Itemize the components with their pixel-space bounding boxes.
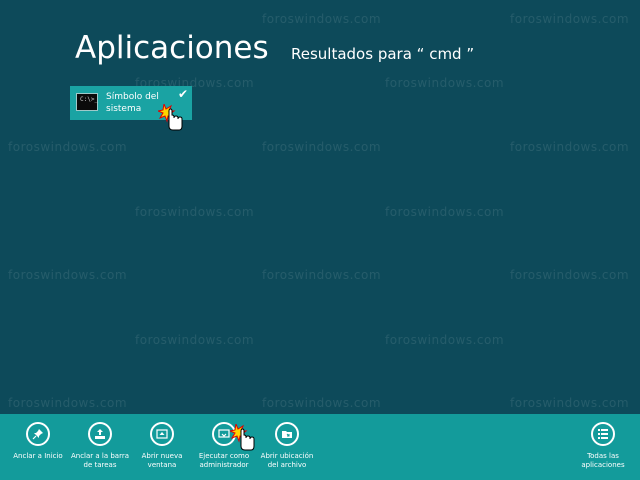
open-file-location-button[interactable]: Abrir ubicación del archivo <box>252 422 322 470</box>
watermark: foroswindows.com <box>262 396 382 410</box>
pin-icon <box>26 422 50 446</box>
watermark: foroswindows.com <box>8 396 128 410</box>
watermark: foroswindows.com <box>385 205 505 219</box>
open-new-window-label: Abrir nueva ventana <box>127 452 197 470</box>
pin-to-taskbar-label: Anclar a la barra de tareas <box>65 452 135 470</box>
watermark: foroswindows.com <box>262 12 382 26</box>
open-file-location-label-line1: Abrir ubicación <box>260 452 314 460</box>
all-apps-label-line2: aplicaciones <box>581 461 625 469</box>
watermark: foroswindows.com <box>262 268 382 282</box>
all-apps-button[interactable]: Todas las aplicaciones <box>568 422 638 470</box>
watermark: foroswindows.com <box>135 333 255 347</box>
command-prompt-icon: C:\>_ <box>76 93 98 111</box>
watermark: foroswindows.com <box>510 140 630 154</box>
open-file-location-label-line2: del archivo <box>267 461 307 469</box>
watermark: foroswindows.com <box>135 205 255 219</box>
folder-icon <box>275 422 299 446</box>
command-prompt-icon-text: C:\>_ <box>80 96 99 103</box>
pin-to-taskbar-button[interactable]: Anclar a la barra de tareas <box>65 422 135 470</box>
watermark: foroswindows.com <box>262 140 382 154</box>
all-apps-label-line1: Todas las <box>587 452 619 460</box>
pin-to-start-label: Anclar a Inicio <box>13 452 63 460</box>
watermark: foroswindows.com <box>510 12 630 26</box>
pin-to-taskbar-label-line2: de tareas <box>83 461 117 469</box>
taskbar-pin-icon <box>88 422 112 446</box>
page-title: Aplicaciones <box>75 30 269 66</box>
watermark: foroswindows.com <box>385 76 505 90</box>
pin-to-taskbar-label-line1: Anclar a la barra <box>70 452 130 460</box>
new-window-icon <box>150 422 174 446</box>
watermark: foroswindows.com <box>8 268 128 282</box>
app-tile-label-line1: Símbolo del <box>106 92 159 102</box>
open-new-window-label-line2: ventana <box>147 461 177 469</box>
open-new-window-button[interactable]: Abrir nueva ventana <box>127 422 197 470</box>
pin-to-start-button[interactable]: Anclar a Inicio <box>3 422 73 461</box>
click-cursor-icon <box>158 104 183 131</box>
watermark: foroswindows.com <box>385 333 505 347</box>
open-new-window-label-line1: Abrir nueva <box>141 452 183 460</box>
search-results-label: Resultados para “ cmd ” <box>291 45 475 63</box>
run-as-administrator-label-line1: Ejecutar como <box>198 452 250 460</box>
selected-check-icon: ✔ <box>177 87 188 101</box>
watermark: foroswindows.com <box>510 268 630 282</box>
all-apps-label: Todas las aplicaciones <box>568 452 638 470</box>
app-bar: Anclar a Inicio Anclar a la barra de tar… <box>0 414 640 480</box>
run-as-administrator-label: Ejecutar como administrador <box>189 452 259 470</box>
open-file-location-label: Abrir ubicación del archivo <box>252 452 322 470</box>
run-as-administrator-label-line2: administrador <box>199 461 249 469</box>
click-cursor-icon <box>230 424 255 451</box>
watermark: foroswindows.com <box>510 396 630 410</box>
watermark: foroswindows.com <box>8 140 128 154</box>
all-apps-icon <box>591 422 615 446</box>
